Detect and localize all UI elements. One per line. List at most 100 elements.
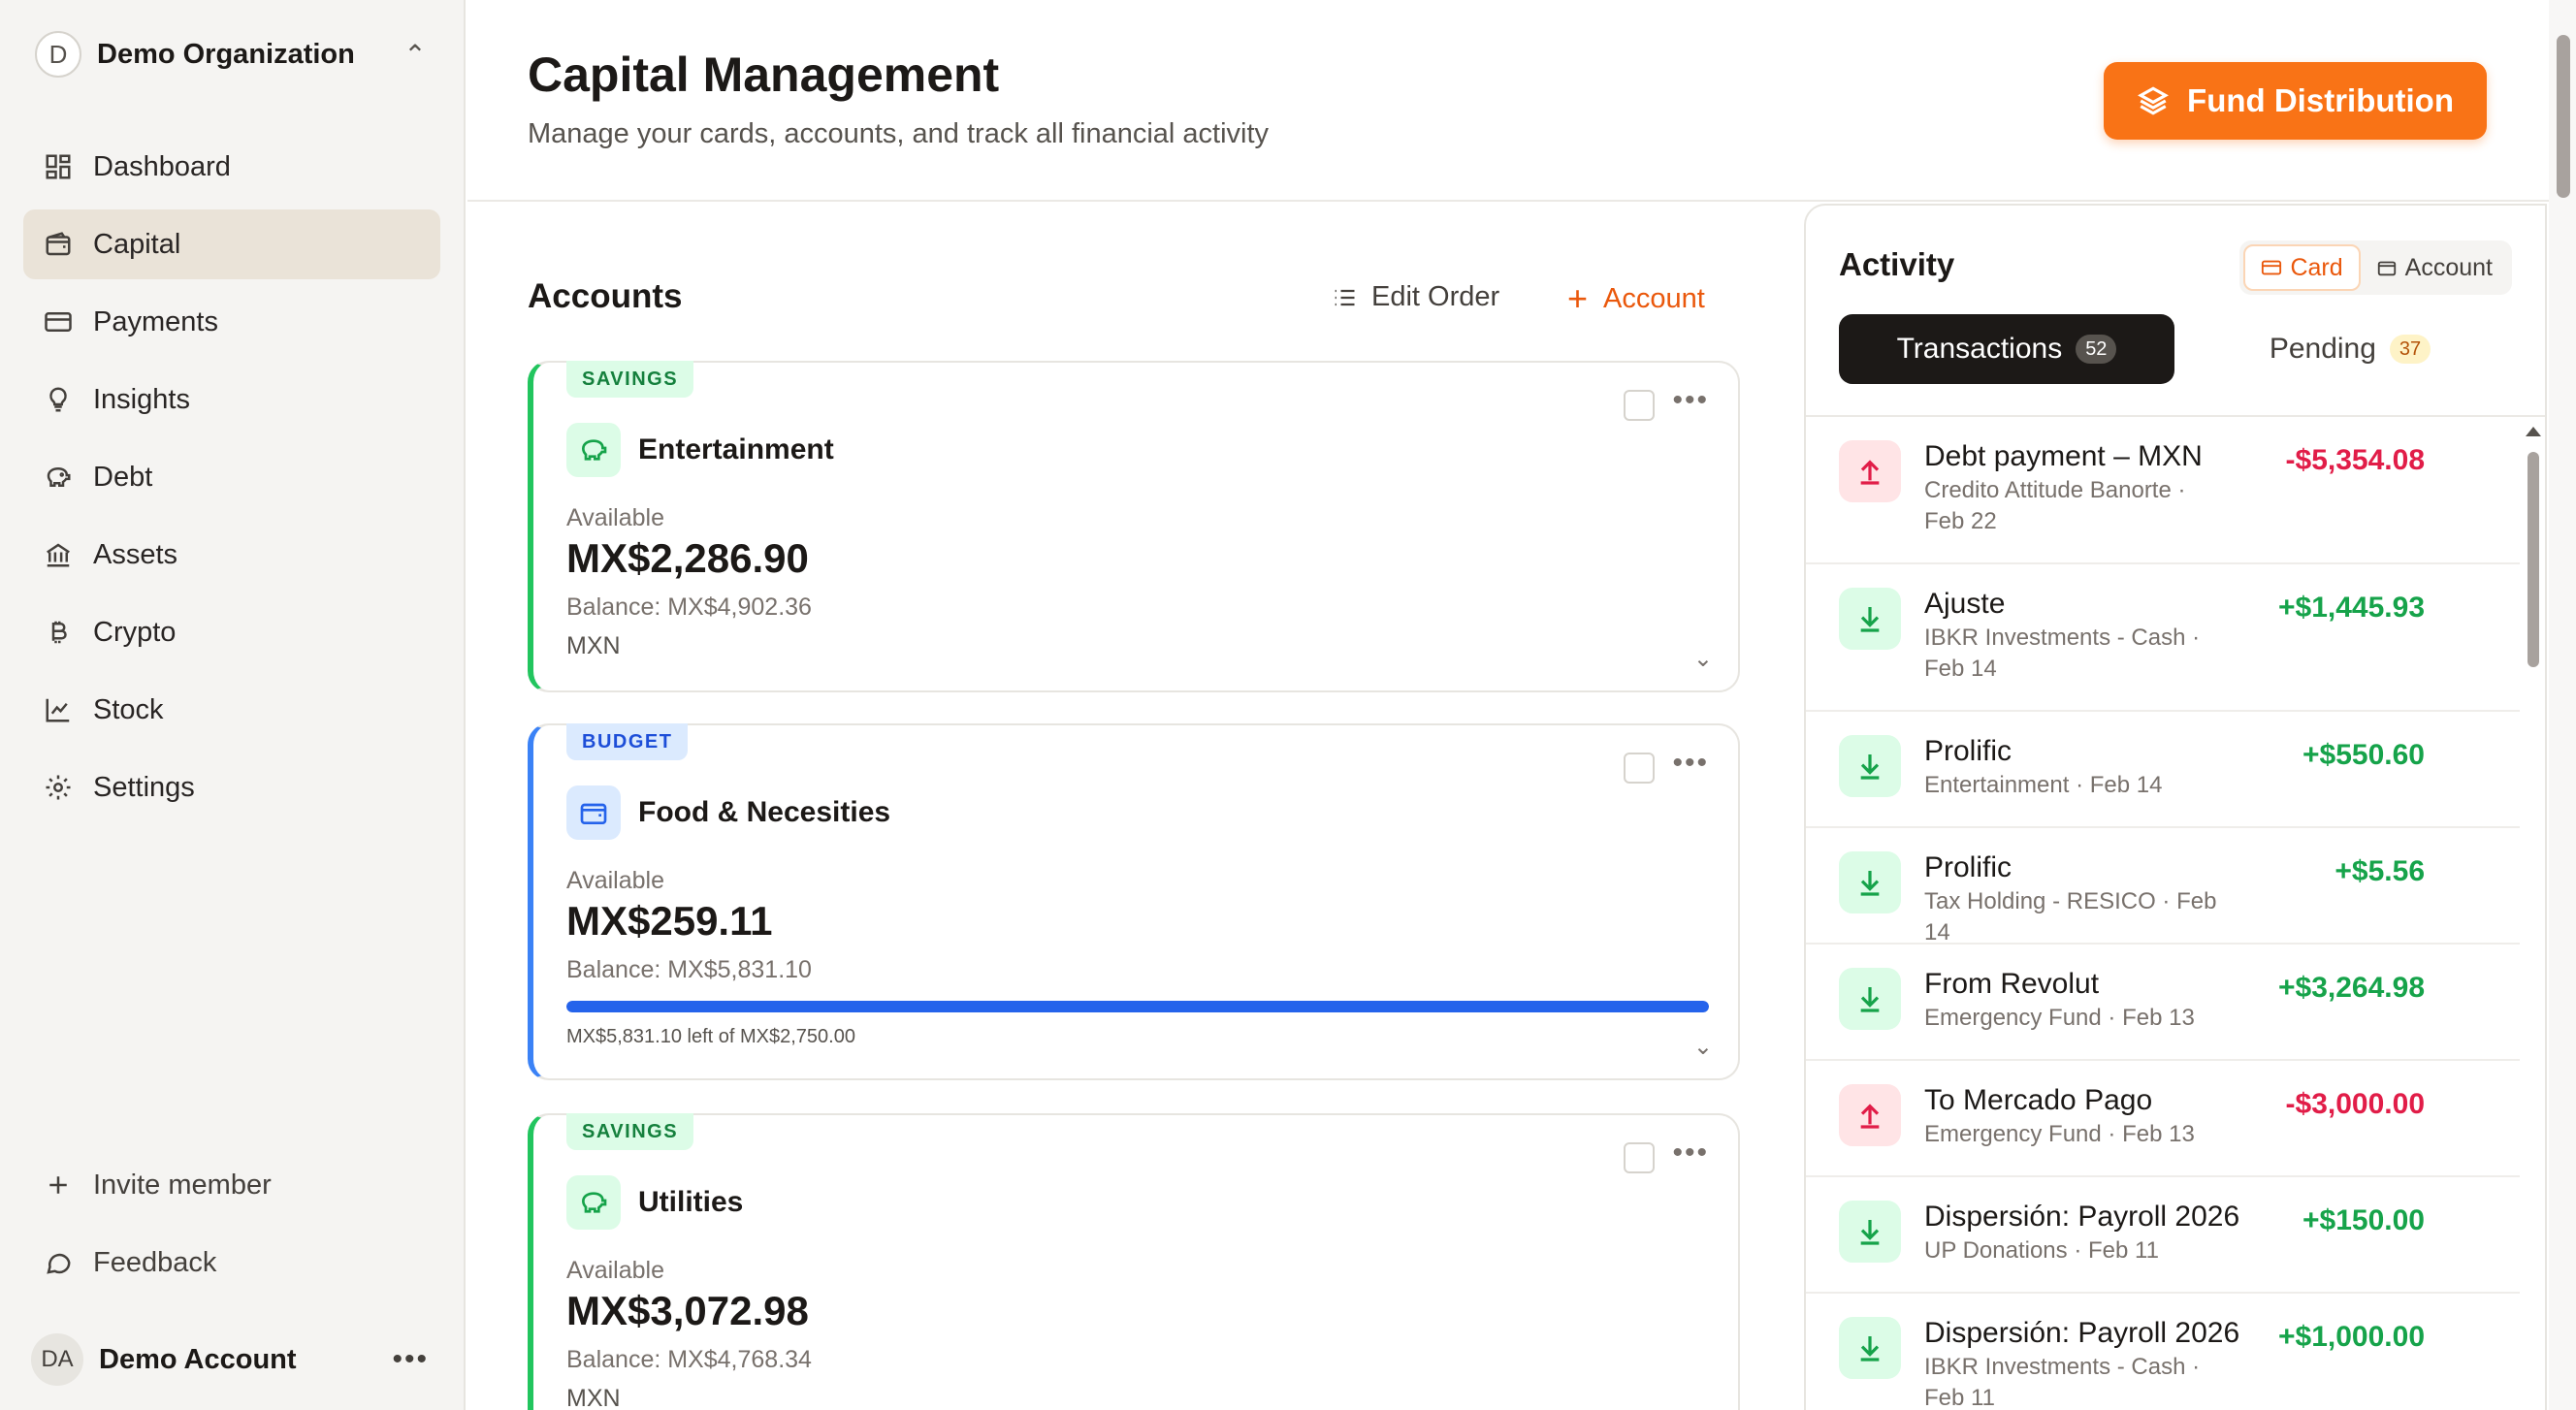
tab-transactions-label: Transactions (1896, 333, 2063, 365)
count-badge: 52 (2076, 335, 2117, 364)
select-checkbox[interactable] (1624, 1142, 1655, 1173)
accounts-title: Accounts (528, 277, 683, 315)
sidebar-item-stock[interactable]: Stock (23, 675, 440, 745)
chevron-down-icon[interactable]: ⌄ (1693, 1033, 1713, 1061)
transaction-amount: -$5,354.08 (2285, 444, 2425, 476)
sidebar-item-crypto[interactable]: Crypto (23, 597, 440, 667)
toggle-card[interactable]: Card (2243, 244, 2361, 291)
transaction-amount: +$5.56 (2334, 855, 2425, 887)
sidebar-item-label: Capital (93, 228, 181, 260)
invite-member-label: Invite member (93, 1169, 272, 1201)
more-icon[interactable]: ••• (1672, 1137, 1709, 1170)
sidebar-item-capital[interactable]: Capital (23, 209, 440, 279)
sidebar-item-payments[interactable]: Payments (23, 287, 440, 357)
transaction-date: Feb 22 (1924, 508, 1997, 534)
transaction-row[interactable]: Debt payment – MXN Credito Attitude Banor… (1806, 417, 2524, 564)
transaction-name: To Mercado Pago (1924, 1084, 2153, 1116)
transaction-amount: +$550.60 (2302, 739, 2425, 771)
select-checkbox[interactable] (1624, 753, 1655, 784)
feedback-button[interactable]: Feedback (23, 1228, 440, 1298)
arrow-down-icon (1839, 851, 1901, 913)
chevron-down-icon[interactable]: ⌄ (1693, 645, 1713, 673)
chevrons-up-down-icon[interactable]: ⌃ (396, 39, 435, 71)
transaction-amount: +$3,264.98 (2278, 972, 2425, 1004)
activity-scrollbar[interactable] (2520, 417, 2545, 1410)
wallet-icon (43, 229, 74, 260)
transaction-details: Emergency Fund · Feb 13 (1924, 1005, 2195, 1031)
account-menu[interactable]: DA Demo Account ••• (31, 1332, 429, 1387)
transaction-row[interactable]: From Revolut Emergency Fund · Feb 13 +$3,2… (1806, 945, 2524, 1061)
activity-tabs: Transactions 52 Pending 37 (1839, 314, 2518, 384)
add-account-button[interactable]: + Account (1567, 281, 1705, 316)
accounts-section: Accounts Edit Order + Account SAVINGS ••… (467, 204, 1802, 1410)
sidebar-item-insights[interactable]: Insights (23, 365, 440, 434)
sidebar-item-settings[interactable]: Settings (23, 753, 440, 822)
piggy-bank-icon (566, 1175, 621, 1230)
arrow-down-icon (1839, 588, 1901, 650)
tab-transactions[interactable]: Transactions 52 (1839, 314, 2174, 384)
edit-order-button[interactable]: Edit Order (1331, 281, 1499, 313)
scroll-thumb[interactable] (2528, 452, 2539, 667)
transaction-name: Prolific (1924, 735, 2012, 767)
toggle-card-label: Card (2290, 253, 2343, 281)
account-card[interactable]: BUDGET ••• Food & Necesities Available M… (528, 723, 1740, 1080)
transaction-row[interactable]: Prolific Tax Holding - RESICO · Feb 14 +$5… (1806, 828, 2524, 945)
transaction-details: Entertainment · Feb 14 (1924, 772, 2163, 798)
transaction-row[interactable]: To Mercado Pago Emergency Fund · Feb 13 -$… (1806, 1061, 2524, 1177)
more-icon[interactable]: ••• (392, 1343, 429, 1376)
count-badge: 37 (2389, 335, 2431, 364)
transaction-details: UP Donations · Feb 11 (1924, 1237, 2159, 1264)
sidebar-item-label: Payments (93, 305, 218, 337)
org-switcher[interactable]: D Demo Organization ⌃ (35, 27, 435, 81)
line-chart-icon (43, 694, 74, 725)
available-label: Available (566, 867, 665, 894)
available-amount: MX$3,072.98 (566, 1288, 809, 1333)
sidebar-item-dashboard[interactable]: Dashboard (23, 132, 440, 202)
transaction-name: Dispersión: Payroll 2026 (1924, 1317, 2240, 1349)
transaction-row[interactable]: Prolific Entertainment · Feb 14 +$550.60 (1806, 712, 2524, 828)
feedback-label: Feedback (93, 1246, 217, 1278)
wallet-icon (566, 785, 621, 840)
arrow-down-icon (1839, 1201, 1901, 1263)
transaction-details: Emergency Fund · Feb 13 (1924, 1121, 2195, 1147)
scroll-thumb[interactable] (2557, 35, 2570, 198)
add-account-label: Account (1603, 282, 1705, 314)
more-icon[interactable]: ••• (1672, 747, 1709, 780)
balance-text: Balance: MX$5,831.10 (566, 956, 812, 983)
dashboard-icon (43, 151, 74, 182)
edit-order-label: Edit Order (1371, 281, 1500, 312)
transaction-row[interactable]: Dispersión: Payroll 2026 UP Donations · F… (1806, 1177, 2524, 1294)
page-scrollbar[interactable] (2549, 0, 2576, 1410)
sidebar-item-assets[interactable]: Assets (23, 520, 440, 590)
invite-member-button[interactable]: Invite member (23, 1150, 440, 1220)
sidebar-item-debt[interactable]: Debt (23, 442, 440, 512)
lightbulb-icon (43, 384, 74, 415)
scroll-up-icon[interactable] (2526, 427, 2541, 436)
org-avatar: D (35, 31, 81, 78)
account-card[interactable]: SAVINGS ••• Utilities Available MX$3,072… (528, 1113, 1740, 1410)
more-icon[interactable]: ••• (1672, 384, 1709, 417)
transaction-date: Feb 11 (1924, 1385, 1995, 1410)
budget-progress (566, 1001, 1709, 1012)
sidebar: D Demo Organization ⌃ Dashboard Capital … (0, 0, 466, 1410)
arrow-down-icon (1839, 1317, 1901, 1379)
credit-card-icon (2262, 260, 2282, 275)
account-card[interactable]: SAVINGS ••• Entertainment Available MX$2… (528, 361, 1740, 692)
transaction-row[interactable]: Ajuste IBKR Investments - Cash · Feb 14 +$1… (1806, 564, 2524, 712)
arrow-down-icon (1839, 735, 1901, 797)
tab-pending[interactable]: Pending 37 (2182, 314, 2518, 384)
arrow-up-icon (1839, 440, 1901, 502)
transaction-row[interactable]: Dispersión: Payroll 2026 IBKR Investments… (1806, 1294, 2524, 1410)
transaction-details: IBKR Investments - Cash · (1924, 625, 2201, 651)
fund-distribution-button[interactable]: Fund Distribution (2104, 62, 2487, 140)
transaction-name: From Revolut (1924, 968, 2100, 1000)
select-checkbox[interactable] (1624, 390, 1655, 421)
bank-icon (43, 539, 74, 570)
sidebar-bottom: Invite member Feedback (23, 1150, 440, 1305)
sidebar-item-label: Insights (93, 383, 190, 415)
transaction-amount: +$1,000.00 (2278, 1321, 2425, 1353)
account-name: Demo Account (99, 1343, 297, 1375)
transaction-amount: +$1,445.93 (2278, 592, 2425, 624)
gear-icon (43, 772, 74, 803)
toggle-account[interactable]: Account (2361, 244, 2508, 291)
